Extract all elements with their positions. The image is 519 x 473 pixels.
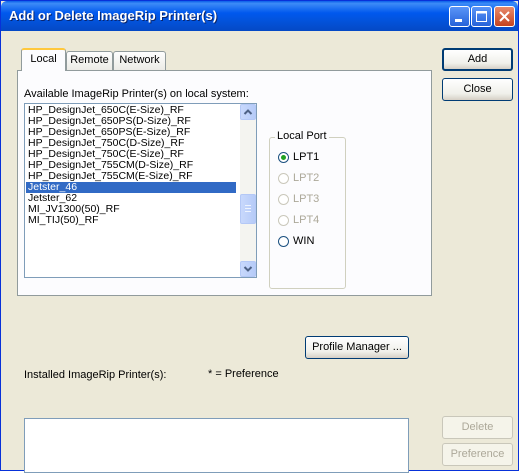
tab-network[interactable]: Network — [113, 51, 166, 70]
dialog-body: Local Remote Network Available ImageRip … — [5, 31, 516, 473]
tab-remote[interactable]: Remote — [66, 51, 113, 70]
installed-printers-list[interactable] — [24, 418, 409, 473]
preference-button: Preference — [442, 443, 513, 466]
radio-circle-icon — [278, 236, 289, 247]
title-bar[interactable]: Add or Delete ImageRip Printer(s) — [1, 1, 518, 31]
radio-circle-icon — [278, 152, 289, 163]
add-button[interactable]: Add — [442, 48, 513, 71]
minimize-button[interactable] — [449, 6, 470, 27]
port-radio-lpt1[interactable]: LPT1 — [278, 151, 338, 165]
scroll-down-button[interactable] — [240, 261, 256, 277]
available-printers-label: Available ImageRip Printer(s) on local s… — [24, 88, 249, 100]
list-scrollbar[interactable] — [240, 104, 256, 277]
scroll-thumb[interactable] — [240, 194, 256, 224]
port-radio-label: WIN — [293, 235, 315, 247]
minimize-icon — [455, 19, 462, 22]
chevron-up-icon — [243, 109, 253, 115]
close-window-button[interactable] — [494, 6, 515, 27]
port-radio-lpt3: LPT3 — [278, 193, 338, 207]
scroll-up-button[interactable] — [240, 104, 256, 120]
tab-local[interactable]: Local — [21, 48, 66, 71]
port-radio-label: LPT1 — [293, 151, 320, 163]
maximize-icon — [476, 11, 487, 22]
profile-manager-button[interactable]: Profile Manager ... — [305, 336, 409, 359]
window-title: Add or Delete ImageRip Printer(s) — [9, 8, 218, 23]
grip-icon — [245, 205, 251, 212]
port-radio-lpt2: LPT2 — [278, 172, 338, 186]
radio-circle-icon — [278, 194, 289, 205]
port-radio-label: LPT2 — [293, 172, 320, 184]
port-radio-win[interactable]: WIN — [278, 235, 338, 249]
port-radio-label: LPT3 — [293, 193, 320, 205]
preference-note: * = Preference — [208, 368, 279, 380]
chevron-down-icon — [243, 266, 253, 272]
radio-circle-icon — [278, 215, 289, 226]
local-port-group-title: Local Port — [275, 130, 329, 142]
dialog-window: Add or Delete ImageRip Printer(s) Local … — [0, 0, 519, 473]
close-icon — [499, 11, 510, 22]
printer-list-item[interactable]: MI_TIJ(50)_RF — [26, 215, 236, 226]
available-printers-list[interactable]: HP_DesignJet_650C(E-Size)_RF HP_DesignJet… — [24, 103, 257, 278]
delete-button: Delete — [442, 416, 513, 439]
installed-printers-label: Installed ImageRip Printer(s): — [24, 369, 167, 381]
maximize-button[interactable] — [471, 6, 492, 27]
port-radio-lpt4: LPT4 — [278, 214, 338, 228]
port-radio-label: LPT4 — [293, 214, 320, 226]
close-button[interactable]: Close — [442, 78, 513, 101]
radio-checked-dot-icon — [281, 155, 286, 160]
radio-circle-icon — [278, 173, 289, 184]
